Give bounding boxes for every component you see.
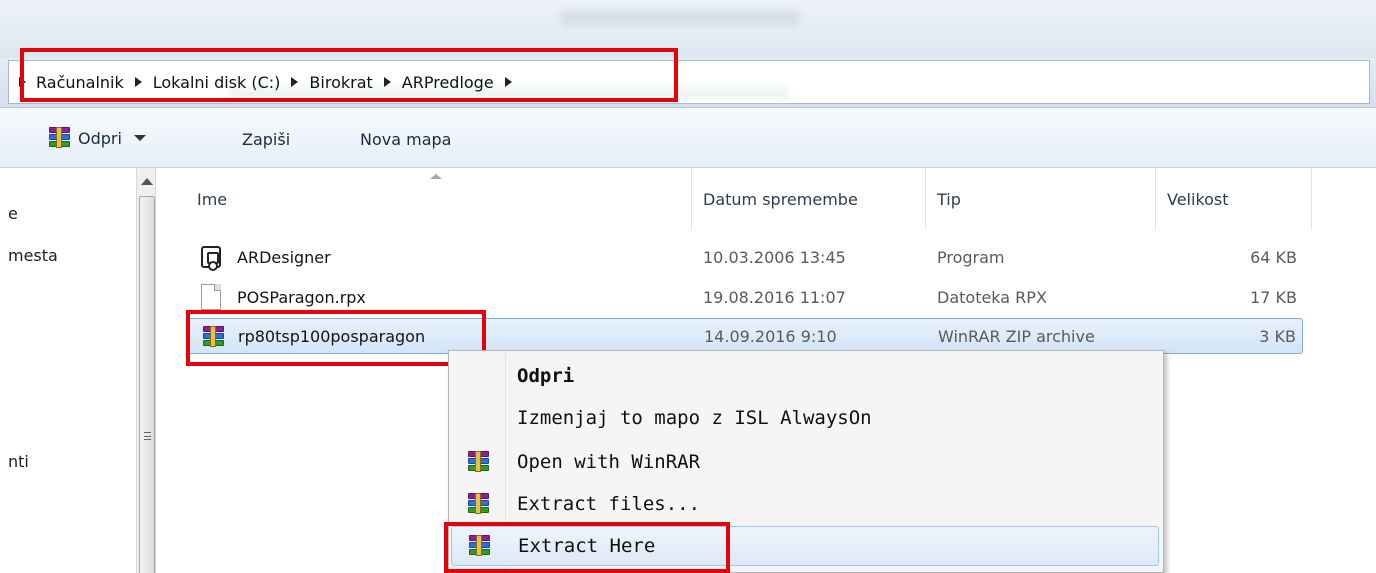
column-divider[interactable] [1311,168,1312,230]
winrar-icon [467,451,491,473]
menu-item-extract-files[interactable]: Extract files... [451,485,1159,525]
new-folder-button[interactable]: Nova mapa [360,130,451,149]
open-button-label: Odpri [78,128,122,148]
file-name: ARDesigner [237,248,331,267]
column-divider[interactable] [1155,168,1156,230]
menu-item-isl-alwayson[interactable]: Izmenjaj to mapo z ISL AlwaysOn [451,399,1159,439]
file-name: POSParagon.rpx [237,288,366,307]
context-menu: Odpri Izmenjaj to mapo z ISL AlwaysOn Op… [448,350,1164,573]
column-header-type[interactable]: Tip [937,190,961,209]
exe-icon [201,246,221,271]
file-type: Datoteka RPX [937,288,1047,307]
breadcrumb-arrow-icon[interactable] [19,77,26,87]
sort-ascending-icon [430,174,442,179]
address-bar-row: Računalnik Lokalni disk (C:) Birokrat AR… [0,58,1376,108]
menu-item-open[interactable]: Odpri [451,357,1159,397]
navigation-pane: e mesta nti [0,168,136,573]
breadcrumb-arpredloge[interactable]: ARPredloge [402,73,494,92]
menu-item-label: Odpri [517,365,575,387]
file-name: rp80tsp100posparagon [238,327,426,346]
nav-item-places[interactable]: mesta [8,246,58,265]
file-row[interactable]: ARDesigner 10.03.2006 13:45 Program 64 K… [187,240,1303,276]
menu-item-label: Izmenjaj to mapo z ISL AlwaysOn [517,407,872,429]
blurred-title [560,10,800,26]
breadcrumb-arrow-icon[interactable] [383,77,391,87]
file-date: 19.08.2016 11:07 [703,288,846,307]
save-button[interactable]: Zapiši [242,130,290,149]
command-toolbar: Odpri Zapiši Nova mapa [0,108,1376,168]
file-row[interactable]: POSParagon.rpx 19.08.2016 11:07 Datoteka… [187,280,1303,316]
nav-item-documents[interactable]: nti [8,452,29,471]
column-header-date[interactable]: Datum spremembe [703,190,858,209]
column-divider[interactable] [691,168,692,230]
breadcrumb-arrow-icon[interactable] [504,77,512,87]
breadcrumb-computer[interactable]: Računalnik [36,73,124,92]
file-type: WinRAR ZIP archive [938,327,1095,346]
file-size: 17 KB [1250,288,1297,307]
scrollbar-thumb[interactable] [139,196,155,573]
chevron-down-icon[interactable] [133,135,146,141]
address-bar[interactable]: Računalnik Lokalni disk (C:) Birokrat AR… [8,60,1370,104]
nav-item-partial[interactable]: e [8,204,18,223]
file-size: 64 KB [1250,248,1297,267]
nav-scrollbar[interactable] [136,168,156,573]
breadcrumb-arrow-icon[interactable] [291,77,299,87]
window-title-bar [0,0,1376,58]
winrar-archive-icon [202,326,226,348]
menu-item-label: Open with WinRAR [517,451,701,473]
column-header-name[interactable]: Ime [197,190,227,209]
file-type: Program [937,248,1005,267]
file-date: 14.09.2016 9:10 [704,327,837,346]
column-divider[interactable] [925,168,926,230]
column-header-size[interactable]: Velikost [1167,190,1229,209]
winrar-icon [48,127,72,149]
grip-icon [144,432,151,440]
menu-item-label: Extract Here [518,535,656,557]
menu-item-extract-here[interactable]: Extract Here [451,526,1159,566]
file-size: 3 KB [1259,327,1296,346]
menu-item-open-with-winrar[interactable]: Open with WinRAR [451,443,1159,483]
winrar-icon [468,535,492,557]
winrar-icon [467,493,491,515]
scroll-up-arrow-icon[interactable] [141,178,153,185]
document-icon [201,284,221,310]
file-row-selected[interactable]: rp80tsp100posparagon 14.09.2016 9:10 Win… [187,318,1303,354]
open-button[interactable]: Odpri [48,127,146,149]
file-date: 10.03.2006 13:45 [703,248,846,267]
breadcrumb-local-disk[interactable]: Lokalni disk (C:) [153,73,281,92]
menu-item-label: Extract files... [517,493,701,515]
breadcrumb-arrow-icon[interactable] [134,77,142,87]
breadcrumb-birokrat[interactable]: Birokrat [309,73,372,92]
